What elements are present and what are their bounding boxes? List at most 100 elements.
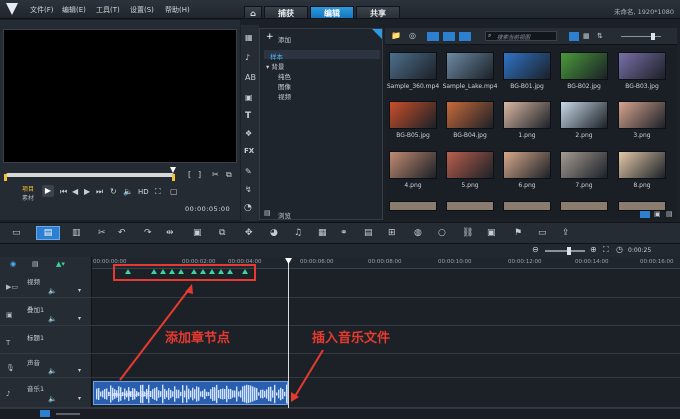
mute-icon[interactable]: 🔈 (48, 367, 57, 375)
mark-in-marker[interactable] (4, 174, 7, 181)
title-tool-icon[interactable]: ▤ (364, 228, 373, 238)
snapshot-icon[interactable]: ▣ (193, 228, 202, 238)
go-start-icon[interactable]: ⏮ (60, 187, 67, 197)
thumbnail[interactable] (389, 101, 437, 129)
thumbnail[interactable] (618, 52, 666, 80)
home-button[interactable]: ⌂ (244, 6, 262, 19)
track-visibility-icon[interactable]: ◉ (10, 260, 16, 268)
speed-icon[interactable]: ◔ (244, 203, 252, 213)
motion-icon[interactable]: ✎ (245, 167, 252, 176)
thumbnail[interactable] (560, 52, 608, 80)
list-view-icon[interactable] (569, 32, 579, 41)
playhead[interactable] (288, 260, 289, 419)
title-icon[interactable]: T (245, 111, 251, 121)
options-icon[interactable] (640, 211, 650, 218)
fullscreen-icon[interactable]: ⛶ (155, 187, 161, 197)
tab-capture[interactable]: 捕获 (264, 6, 308, 19)
chapter-marker[interactable] (227, 269, 233, 274)
link-icon[interactable]: ⛓ (462, 228, 473, 238)
tree-item-solid[interactable]: 纯色 (278, 71, 291, 81)
thumbnail[interactable] (389, 151, 437, 179)
sort-icon[interactable]: ⇅ (597, 32, 603, 40)
play-button[interactable]: ▶ (42, 185, 54, 197)
mark-in-icon[interactable]: [ (188, 170, 191, 179)
menu-edit[interactable]: 编辑(E) (62, 5, 86, 15)
tools-icon[interactable]: ✂ (98, 228, 106, 238)
chapter-marker[interactable] (242, 269, 248, 274)
status-icon[interactable] (40, 410, 50, 417)
mark-out-icon[interactable]: ] (198, 170, 201, 179)
expand-icon[interactable]: ▾ (78, 315, 81, 322)
thumbnail[interactable] (618, 151, 666, 179)
browse-icon[interactable]: ▤ (264, 209, 271, 217)
zoom-out-icon[interactable]: ⊖ (532, 245, 539, 254)
export-icon[interactable]: ⇪ (562, 228, 570, 238)
search-input[interactable]: 搜索当前视图 (497, 33, 530, 41)
filter-video-icon[interactable] (427, 32, 439, 41)
lasso-icon[interactable]: ○ (438, 228, 446, 238)
graphic-icon[interactable]: ❖ (245, 129, 252, 138)
crop-icon[interactable]: ⧉ (226, 170, 232, 180)
track-settings-icon[interactable]: ▤ (32, 260, 39, 268)
project-mode-label[interactable]: 项目 (22, 184, 34, 193)
chapter-marker[interactable] (178, 269, 184, 274)
thumbnail[interactable] (389, 52, 437, 80)
thumbnail[interactable] (560, 101, 608, 129)
motion-track-icon[interactable]: ⚭ (340, 228, 348, 238)
expand-icon[interactable]: ▾ (78, 287, 81, 294)
chapter-marker[interactable] (125, 269, 131, 274)
go-end-icon[interactable]: ⏭ (96, 187, 103, 197)
template-icon[interactable]: ▣ (245, 93, 253, 102)
thumbnail[interactable] (560, 151, 608, 179)
chapter-marker[interactable] (191, 269, 197, 274)
fit-icon[interactable]: ⇹ (166, 228, 174, 238)
thumbnail-partial[interactable] (389, 201, 437, 211)
volume-icon[interactable]: 🔈 (123, 187, 133, 196)
thumbnail[interactable] (503, 101, 551, 129)
thumbnail-partial[interactable] (503, 201, 551, 211)
thumbnail-partial[interactable] (446, 201, 494, 211)
thumbnail[interactable] (446, 101, 494, 129)
thumbnail[interactable] (446, 52, 494, 80)
menu-settings[interactable]: 设置(S) (130, 5, 154, 15)
thumbnail[interactable] (446, 151, 494, 179)
search-box[interactable]: ⌕ 搜索当前视图 (485, 31, 557, 41)
thumbnail[interactable] (618, 101, 666, 129)
scrub-bar[interactable] (6, 173, 174, 177)
mute-icon[interactable]: 🔈 (48, 315, 57, 323)
expand-icon[interactable]: ▾ (78, 395, 81, 402)
thumb-view-icon[interactable]: ▦ (583, 32, 590, 40)
mark-out-marker[interactable] (172, 174, 175, 181)
flag-icon[interactable]: ⚑ (514, 228, 522, 238)
panel-icon-a[interactable]: ▣ (654, 210, 661, 218)
redo-icon[interactable]: ↷ (144, 228, 152, 238)
panel-icon-b[interactable]: ▤ (666, 210, 673, 218)
menu-file[interactable]: 文件(F) (30, 5, 54, 15)
mute-icon[interactable]: 🔈 (48, 395, 57, 403)
tree-item-background[interactable]: ▾ 背景 (266, 61, 284, 71)
add-icon[interactable]: + (266, 32, 274, 42)
split-icon[interactable]: ✂ (212, 170, 219, 179)
add-folder-button[interactable]: 添加 (278, 34, 291, 44)
music-clip[interactable]: Sample插入音乐 (93, 381, 288, 405)
transition-icon[interactable]: AB (245, 73, 256, 82)
expand-icon[interactable]: ▾ (78, 367, 81, 374)
audio-mix-icon[interactable]: ♫ (294, 228, 302, 238)
tab-edit[interactable]: 编辑 (310, 6, 354, 19)
timeline-view-icon[interactable]: ▤ (36, 226, 60, 240)
crop-timeline-icon[interactable]: ⧉ (219, 228, 225, 238)
undo-icon[interactable]: ↶ (118, 228, 126, 238)
tree-item-sample[interactable]: 样本 (270, 51, 283, 61)
zoom-handle[interactable] (567, 247, 571, 255)
mute-icon[interactable]: 🔈 (48, 287, 57, 295)
chapter-marker[interactable] (209, 269, 215, 274)
folder-icon[interactable]: 📁 (391, 31, 401, 40)
zoom-in-icon[interactable]: ⊕ (590, 245, 597, 254)
storyboard-view-icon[interactable]: ▭ (12, 228, 21, 238)
chapter-marker[interactable] (151, 269, 157, 274)
capture-icon[interactable]: ◎ (409, 31, 416, 40)
chapter-marker[interactable] (169, 269, 175, 274)
media-icon[interactable]: ▦ (245, 33, 253, 42)
chapter-marker[interactable] (200, 269, 206, 274)
aspect-icon[interactable]: ▢ (170, 187, 178, 196)
